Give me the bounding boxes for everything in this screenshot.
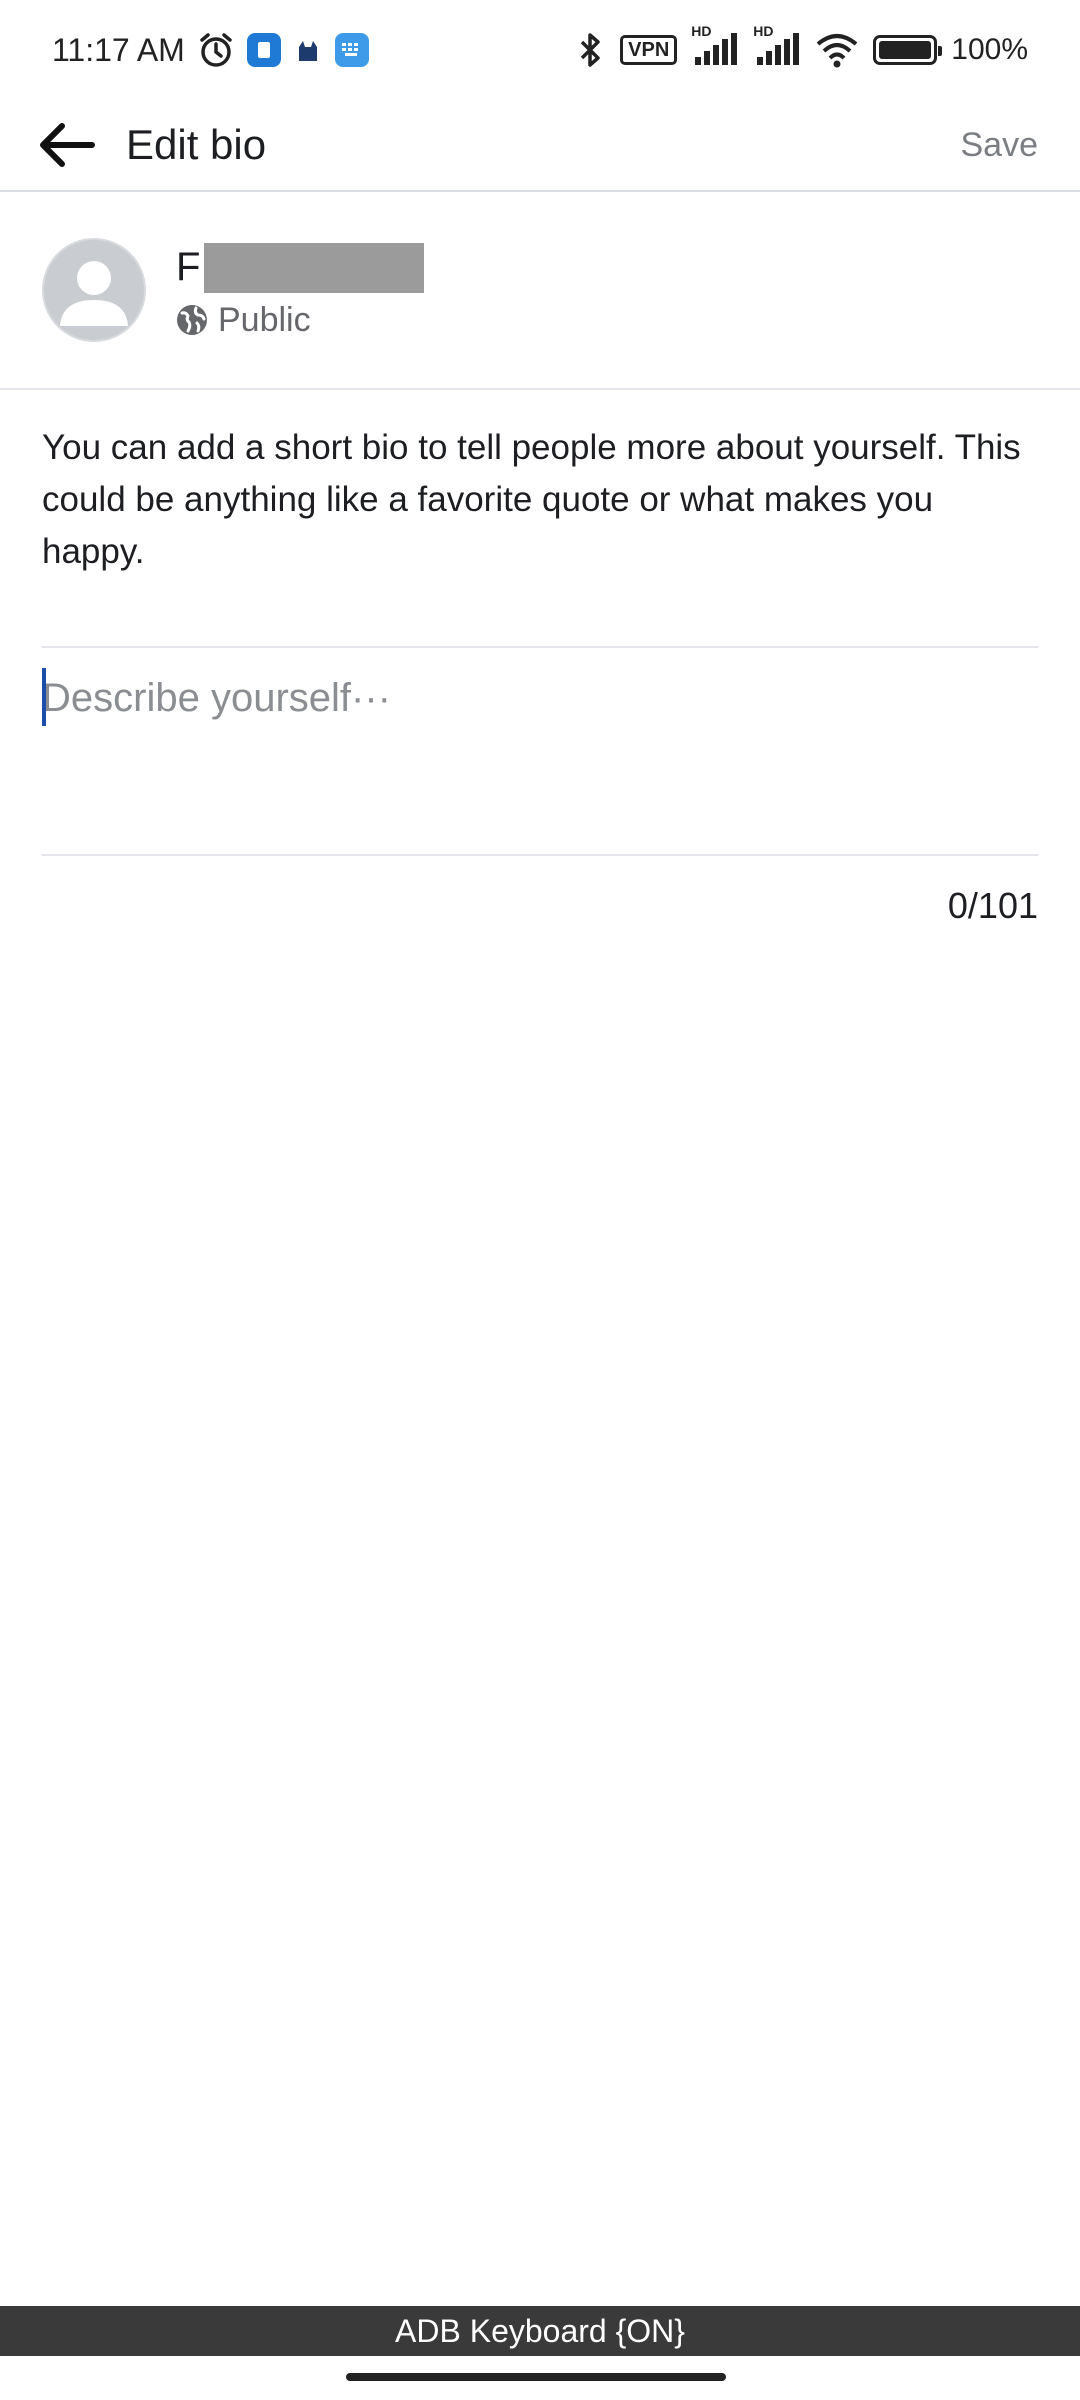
signal-icon: HD [753, 23, 801, 67]
privacy-selector[interactable]: Public [176, 301, 424, 340]
profile-name-initial: F [176, 245, 201, 289]
globe-icon [177, 305, 207, 335]
home-gesture-handle[interactable] [346, 2373, 726, 2381]
keyboard-status-label: ADB Keyboard {ON} [395, 2312, 685, 2349]
status-left: 11:17 AM [52, 31, 369, 69]
text-caret [42, 668, 46, 726]
input-bottom-divider [42, 854, 1038, 856]
cat-icon [293, 35, 323, 65]
battery-percent: 100% [951, 33, 1028, 66]
keyboard-status-bar: ADB Keyboard {ON} [0, 2306, 1080, 2356]
save-button[interactable]: Save [961, 126, 1039, 165]
battery-icon [873, 35, 943, 65]
profile-header: F Public [0, 192, 1080, 390]
alarm-icon [197, 31, 235, 69]
character-counter: 0/101 [947, 885, 1038, 926]
profile-info: F Public [176, 241, 425, 340]
default-avatar-icon [60, 261, 128, 326]
vpn-icon: VPN [620, 35, 678, 65]
status-bar: 11:17 AM VPN HD HD 100% [0, 0, 1080, 100]
bluetooth-icon [574, 32, 606, 68]
signal-icon: HD [691, 23, 739, 67]
app-bar: Edit bio Save [0, 100, 1080, 192]
bio-input-container [42, 648, 1038, 854]
page-title: Edit bio [126, 121, 267, 168]
wifi-icon [815, 32, 859, 68]
hd-label: HD [753, 23, 774, 39]
app-badge-blue-icon [246, 33, 281, 67]
name-redaction [204, 242, 425, 293]
status-time: 11:17 AM [52, 31, 185, 68]
privacy-label: Public [218, 300, 311, 339]
edit-bio-screen: 11:17 AM VPN HD HD 100% Edit bio Save F … [0, 0, 1080, 2400]
avatar[interactable] [42, 238, 146, 342]
bio-description: You can add a short bio to tell people m… [42, 428, 1021, 571]
back-arrow-icon [40, 123, 95, 167]
status-right: VPN HD HD 100% [574, 23, 1028, 68]
bio-input[interactable] [42, 658, 1038, 738]
keyboard-app-icon [334, 33, 369, 67]
hd-label: HD [691, 23, 712, 39]
profile-name: F [176, 241, 425, 295]
back-button[interactable] [26, 105, 106, 185]
